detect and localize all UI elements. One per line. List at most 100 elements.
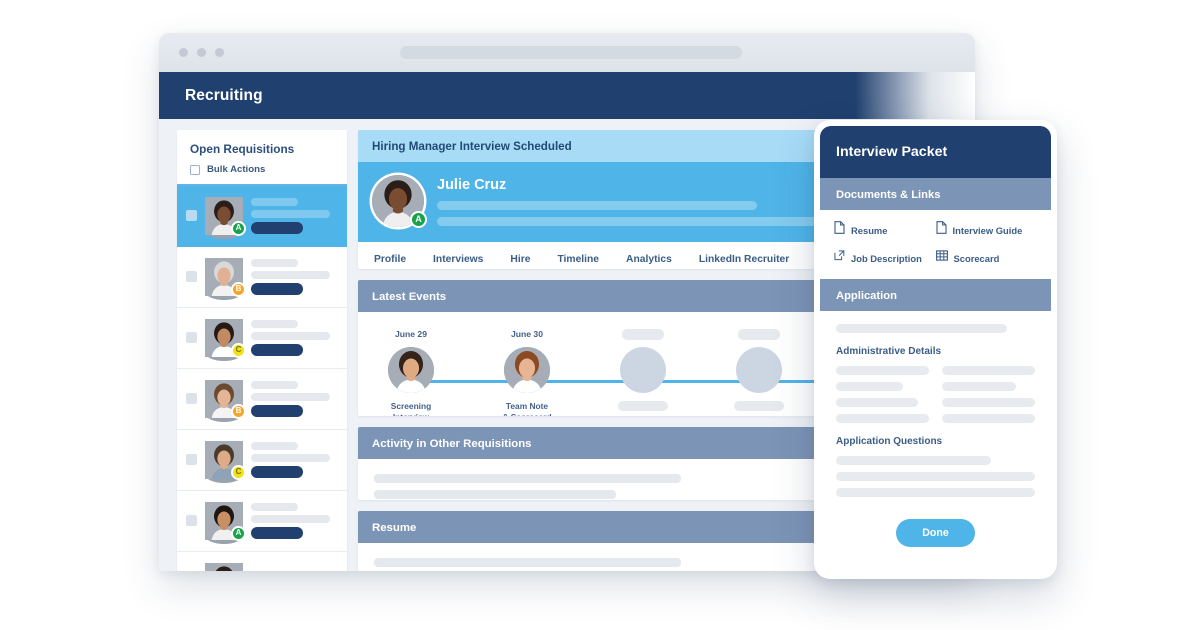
application-questions-fields bbox=[836, 456, 1035, 497]
document-link[interactable]: Resume bbox=[834, 221, 936, 239]
candidate-checkbox[interactable] bbox=[186, 515, 197, 526]
timeline-event[interactable] bbox=[614, 329, 672, 416]
application-body: Administrative Details Application Quest… bbox=[820, 311, 1051, 547]
candidate-lines bbox=[251, 441, 337, 478]
content-placeholder bbox=[942, 398, 1035, 407]
tab-interviews[interactable]: Interviews bbox=[433, 254, 483, 265]
document-link-label: Job Description bbox=[851, 252, 922, 264]
content-placeholder bbox=[251, 441, 299, 450]
tab-analytics[interactable]: Analytics bbox=[626, 254, 672, 265]
content-placeholder bbox=[942, 414, 1035, 423]
candidate-row[interactable]: C bbox=[177, 307, 347, 369]
address-bar[interactable] bbox=[400, 46, 742, 59]
document-link[interactable]: Job Description bbox=[834, 249, 936, 267]
documents-links-list: Resume Interview Guide Job Description Scor… bbox=[820, 210, 1051, 279]
content-placeholder bbox=[942, 366, 1035, 375]
candidate-checkbox[interactable] bbox=[186, 454, 197, 465]
candidate-status-pill[interactable] bbox=[251, 221, 303, 234]
timeline-event-caption: ScreeningInterview Complete bbox=[390, 401, 432, 416]
content-placeholder bbox=[251, 319, 299, 328]
tab-linkedin-recruiter[interactable]: LinkedIn Recruiter bbox=[699, 254, 789, 265]
tab-profile[interactable]: Profile bbox=[374, 254, 406, 265]
bulk-actions-label: Bulk Actions bbox=[207, 164, 266, 175]
timeline-event-date: June 29 bbox=[394, 329, 427, 340]
candidate-avatar[interactable]: A bbox=[372, 175, 427, 228]
candidate-status-pill[interactable] bbox=[251, 526, 303, 539]
candidate-avatar[interactable]: B bbox=[205, 257, 246, 300]
candidate-row[interactable]: A bbox=[177, 185, 347, 247]
content-placeholder bbox=[836, 488, 1035, 497]
tab-hire[interactable]: Hire bbox=[510, 254, 530, 265]
candidate-lines bbox=[251, 380, 337, 417]
candidate-meta-placeholder bbox=[437, 216, 830, 226]
candidate-checkbox[interactable] bbox=[186, 332, 197, 343]
app-header: Recruiting bbox=[159, 72, 975, 119]
timeline-event-caption bbox=[618, 401, 668, 412]
content-placeholder bbox=[942, 382, 1017, 391]
content-placeholder bbox=[374, 558, 681, 568]
candidate-avatar[interactable]: A bbox=[205, 196, 246, 239]
grade-badge: C bbox=[231, 464, 246, 480]
panel-title: Interview Packet bbox=[836, 144, 948, 160]
candidate-row[interactable]: B bbox=[177, 246, 347, 308]
panel-footer: Done bbox=[836, 519, 1035, 547]
candidate-status-pill[interactable] bbox=[251, 343, 303, 356]
bulk-actions-checkbox[interactable] bbox=[190, 164, 200, 175]
content-placeholder bbox=[374, 489, 616, 499]
candidate-avatar[interactable]: A bbox=[205, 501, 246, 544]
activity-other-label: Activity in Other Requisitions bbox=[372, 437, 532, 450]
candidate-row[interactable]: C bbox=[177, 429, 347, 491]
content-placeholder bbox=[251, 209, 331, 218]
close-dot-icon[interactable] bbox=[179, 48, 188, 57]
candidate-avatar[interactable]: C bbox=[205, 318, 246, 361]
grade-badge: A bbox=[410, 211, 427, 228]
content-placeholder bbox=[836, 382, 903, 391]
document-link[interactable]: Interview Guide bbox=[935, 221, 1038, 239]
maximize-dot-icon[interactable] bbox=[215, 48, 224, 57]
done-button[interactable]: Done bbox=[896, 519, 975, 547]
content-placeholder bbox=[251, 258, 299, 267]
administrative-details-fields bbox=[836, 366, 1035, 423]
candidate-status-pill[interactable] bbox=[251, 282, 303, 295]
candidate-avatar[interactable]: C bbox=[205, 440, 246, 483]
tab-timeline[interactable]: Timeline bbox=[557, 254, 599, 265]
document-icon bbox=[834, 221, 845, 239]
timeline-event-caption bbox=[734, 401, 784, 412]
candidate-checkbox[interactable] bbox=[186, 393, 197, 404]
candidate-avatar[interactable] bbox=[205, 562, 243, 571]
avatar-photo-icon bbox=[388, 347, 434, 394]
document-link[interactable]: Scorecard bbox=[935, 249, 1038, 267]
timeline-avatar bbox=[620, 347, 666, 394]
timeline-avatar bbox=[504, 347, 550, 394]
candidate-avatar[interactable]: B bbox=[205, 379, 246, 422]
window-controls[interactable] bbox=[179, 48, 224, 57]
timeline-event[interactable] bbox=[730, 329, 788, 416]
bulk-actions-row[interactable]: Bulk Actions bbox=[190, 164, 334, 175]
candidate-status-pill[interactable] bbox=[251, 465, 303, 478]
application-header: Application bbox=[820, 279, 1051, 311]
document-icon bbox=[935, 221, 947, 239]
content-placeholder bbox=[251, 331, 331, 340]
candidate-row[interactable]: A bbox=[177, 490, 347, 552]
grade-badge: A bbox=[231, 525, 246, 541]
candidate-checkbox[interactable] bbox=[186, 210, 197, 221]
candidate-checkbox[interactable] bbox=[186, 271, 197, 282]
content-placeholder bbox=[251, 197, 299, 206]
minimize-dot-icon[interactable] bbox=[197, 48, 206, 57]
application-label: Application bbox=[836, 290, 897, 302]
candidate-row[interactable] bbox=[177, 551, 347, 571]
timeline-avatar bbox=[736, 347, 782, 394]
sidebar-title: Open Requisitions bbox=[190, 142, 295, 156]
grade-badge: B bbox=[231, 403, 246, 419]
candidate-row[interactable]: B bbox=[177, 368, 347, 430]
content-placeholder bbox=[251, 380, 299, 389]
timeline-event[interactable]: June 29 ScreeningInterview Complete bbox=[382, 329, 440, 416]
avatar-photo-icon bbox=[504, 347, 550, 394]
timeline-event-date: June 30 bbox=[510, 329, 543, 340]
latest-events-label: Latest Events bbox=[372, 291, 447, 304]
candidate-status-pill[interactable] bbox=[251, 404, 303, 417]
content-placeholder bbox=[836, 398, 918, 407]
document-link-label: Resume bbox=[851, 224, 888, 236]
timeline-event[interactable]: June 30 Team Note& Scorecard bbox=[498, 329, 556, 416]
content-placeholder bbox=[836, 456, 992, 465]
